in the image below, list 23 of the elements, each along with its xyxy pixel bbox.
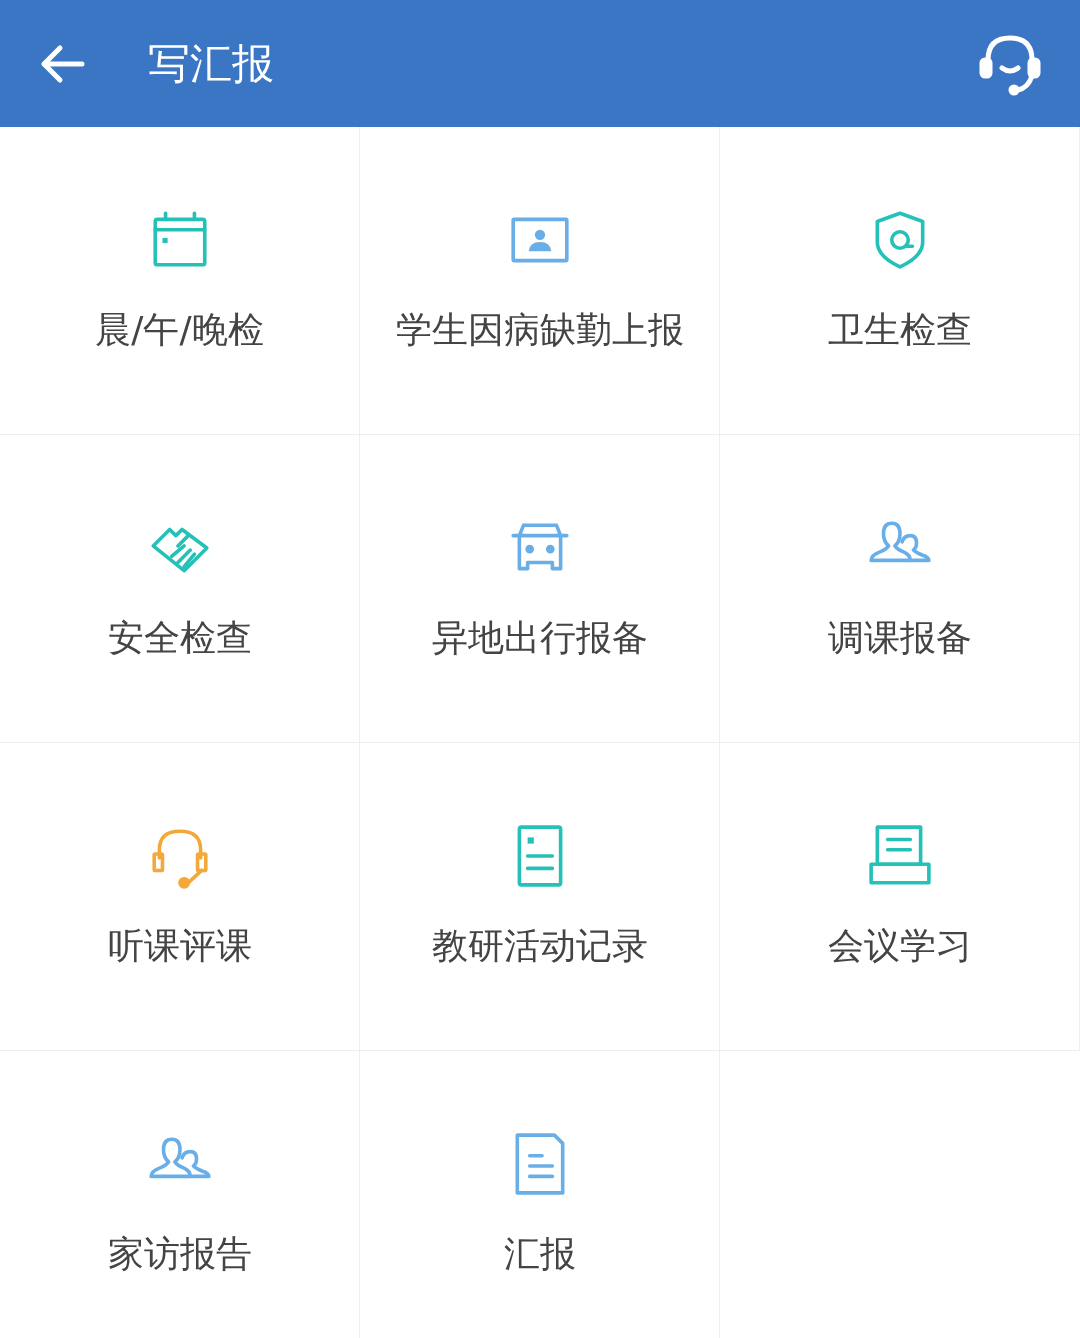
tile-label: 会议学习 — [826, 924, 973, 968]
menu-tile[interactable]: 异地出行报备 — [360, 435, 720, 743]
tile-label: 晨/午/晚检 — [94, 308, 265, 352]
menu-tile[interactable]: 安全检查 — [0, 435, 360, 743]
menu-tile[interactable]: 会议学习 — [720, 743, 1080, 1051]
page-title: 写汇报 — [148, 37, 275, 90]
menu-tile[interactable]: 教研活动记录 — [360, 743, 720, 1051]
menu-tile[interactable]: 调课报备 — [720, 435, 1080, 743]
tile-label: 学生因病缺勤上报 — [394, 308, 685, 352]
menu-tile[interactable]: 家访报告 — [0, 1051, 360, 1338]
tile-label: 听课评课 — [106, 924, 253, 968]
tile-label: 卫生检查 — [826, 308, 973, 352]
tile-label: 家访报告 — [106, 1232, 253, 1276]
menu-tile[interactable]: 学生因病缺勤上报 — [360, 127, 720, 435]
tile-label: 汇报 — [502, 1232, 577, 1276]
tile-label: 调课报备 — [826, 616, 973, 660]
tile-label: 异地出行报备 — [430, 616, 649, 660]
tile-label: 教研活动记录 — [430, 924, 649, 968]
menu-tile[interactable]: 汇报 — [360, 1051, 720, 1338]
tile-label: 安全检查 — [106, 616, 253, 660]
menu-tile[interactable]: 听课评课 — [0, 743, 360, 1051]
menu-tile[interactable]: 卫生检查 — [720, 127, 1080, 435]
menu-tile[interactable]: 晨/午/晚检 — [0, 127, 360, 435]
